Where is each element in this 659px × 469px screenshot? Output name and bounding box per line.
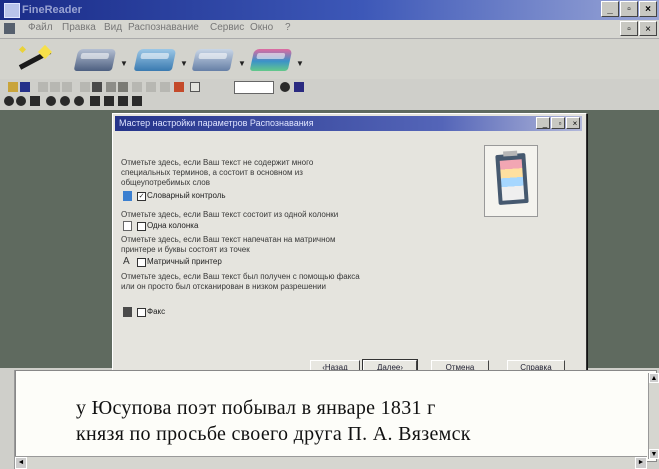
dialog-window-controls: _ ▫ ×	[536, 117, 580, 129]
menu-tools[interactable]: Сервис	[210, 22, 244, 33]
vertical-scrollbar[interactable]: ▲ ▼	[648, 373, 659, 459]
recognition-wizard-dialog: Мастер настройки параметров Распознавани…	[112, 113, 587, 383]
sync-icon[interactable]	[174, 82, 184, 92]
scroll-left-icon[interactable]: ◄	[15, 457, 27, 469]
context-help-icon[interactable]	[294, 82, 304, 92]
recognize-dropdown-icon[interactable]: ▼	[238, 59, 246, 68]
dictionary-checkbox[interactable]: ✓	[137, 192, 146, 201]
format-icon[interactable]	[132, 82, 142, 92]
option-description-dot-matrix: Отметьте здесь, если Ваш текст напечатан…	[121, 235, 336, 254]
dictionary-label: Словарный контроль	[147, 191, 226, 200]
rotate-left-icon[interactable]	[46, 96, 56, 106]
menu-recognize[interactable]: Распознавание	[128, 22, 199, 33]
app-title: FineReader	[22, 4, 82, 16]
wizard-wand-icon[interactable]	[14, 44, 56, 71]
page-column-icon	[123, 221, 132, 231]
record-icon[interactable]	[190, 82, 200, 92]
block-icon[interactable]	[104, 96, 114, 106]
option-description-dictionary: Отметьте здесь, если Ваш текст не содерж…	[121, 158, 314, 187]
dictionary-icon	[123, 191, 132, 201]
maximize-button[interactable]: ▫	[620, 1, 638, 17]
recognize-icon[interactable]	[191, 49, 235, 71]
doc-restore-button[interactable]: ▫	[620, 21, 638, 36]
menu-view[interactable]: Вид	[104, 22, 122, 33]
select-icon[interactable]	[90, 96, 100, 106]
window-controls: _ ▫ ×	[601, 1, 657, 17]
standard-toolbar	[0, 80, 304, 95]
help-icon[interactable]	[280, 82, 290, 92]
scan-icon[interactable]	[73, 49, 117, 71]
single-column-label: Одна колонка	[147, 221, 199, 230]
open-dropdown-icon[interactable]: ▼	[180, 59, 188, 68]
open-image-icon[interactable]	[133, 49, 177, 71]
dialog-close-button[interactable]: ×	[566, 117, 580, 129]
wizard-illustration	[484, 145, 538, 217]
picture-block-icon[interactable]	[118, 96, 128, 106]
document-line: князя по просьбе своего друга П. А. Вязе…	[76, 423, 471, 445]
doc-close-button[interactable]: ×	[639, 21, 657, 36]
dot-matrix-letter-icon: A	[123, 256, 130, 267]
scroll-up-icon[interactable]: ▲	[649, 373, 659, 383]
undo-icon[interactable]	[80, 82, 90, 92]
zoom-combo[interactable]	[234, 81, 274, 94]
cut-icon[interactable]	[38, 82, 48, 92]
menu-bar: Файл Правка Вид Распознавание Сервис Окн…	[0, 20, 659, 39]
table-icon[interactable]	[146, 82, 156, 92]
horizontal-scrollbar[interactable]: ◄ ►	[15, 456, 647, 469]
minimize-button[interactable]: _	[601, 1, 619, 17]
dialog-title: Мастер настройки параметров Распознавани…	[119, 118, 314, 128]
clipboard-icon	[495, 153, 529, 205]
text-editor-pane[interactable]: у Юсупова поэт побывал в январе 1831 г к…	[15, 370, 657, 462]
dialog-maximize-button[interactable]: ▫	[551, 117, 565, 129]
document-line: у Юсупова поэт побывал в январе 1831 г	[76, 397, 436, 419]
grid-icon[interactable]	[132, 96, 142, 106]
menu-window[interactable]: Окно	[250, 22, 273, 33]
dot-matrix-checkbox[interactable]	[137, 258, 146, 267]
app-icon	[4, 3, 20, 18]
mirror-icon[interactable]	[74, 96, 84, 106]
zoom-out-icon[interactable]	[16, 96, 26, 106]
fax-checkbox[interactable]	[137, 308, 146, 317]
main-toolbar: ▼ ▼ ▼ ▼	[0, 39, 659, 79]
option-description-single-column: Отметьте здесь, если Ваш текст состоит и…	[121, 210, 339, 219]
document-window-controls: ▫ ×	[620, 21, 657, 36]
dialog-title-bar: Мастер настройки параметров Распознавани…	[115, 116, 582, 131]
save-export-icon[interactable]	[249, 49, 293, 71]
rotate-right-icon[interactable]	[60, 96, 70, 106]
open-folder-icon[interactable]	[8, 82, 18, 92]
copy-icon[interactable]	[50, 82, 60, 92]
app-title-bar: FineReader _ ▫ ×	[0, 0, 659, 20]
dot-matrix-label: Матричный принтер	[147, 257, 222, 266]
find-icon[interactable]	[118, 82, 128, 92]
menu-help[interactable]: ?	[285, 22, 291, 33]
frame-icon[interactable]	[160, 82, 170, 92]
scroll-right-icon[interactable]: ►	[635, 457, 647, 469]
vertical-ruler	[0, 370, 15, 469]
close-button[interactable]: ×	[639, 1, 657, 17]
fax-label: Факс	[147, 307, 166, 316]
save-icon[interactable]	[20, 82, 30, 92]
fit-page-icon[interactable]	[30, 96, 40, 106]
fax-icon	[123, 307, 132, 317]
document-icon[interactable]	[4, 23, 15, 34]
redo-icon[interactable]	[92, 82, 102, 92]
zoom-in-icon[interactable]	[4, 96, 14, 106]
option-description-fax: Отметьте здесь, если Ваш текст был получ…	[121, 272, 360, 291]
single-column-checkbox[interactable]	[137, 222, 146, 231]
print-icon[interactable]	[106, 82, 116, 92]
scroll-down-icon[interactable]: ▼	[649, 449, 659, 459]
menu-file[interactable]: Файл	[28, 22, 53, 33]
paste-icon[interactable]	[62, 82, 72, 92]
save-dropdown-icon[interactable]: ▼	[296, 59, 304, 68]
menu-edit[interactable]: Правка	[62, 22, 96, 33]
dialog-minimize-button[interactable]: _	[536, 117, 550, 129]
scan-dropdown-icon[interactable]: ▼	[120, 59, 128, 68]
image-toolbar	[0, 94, 300, 109]
